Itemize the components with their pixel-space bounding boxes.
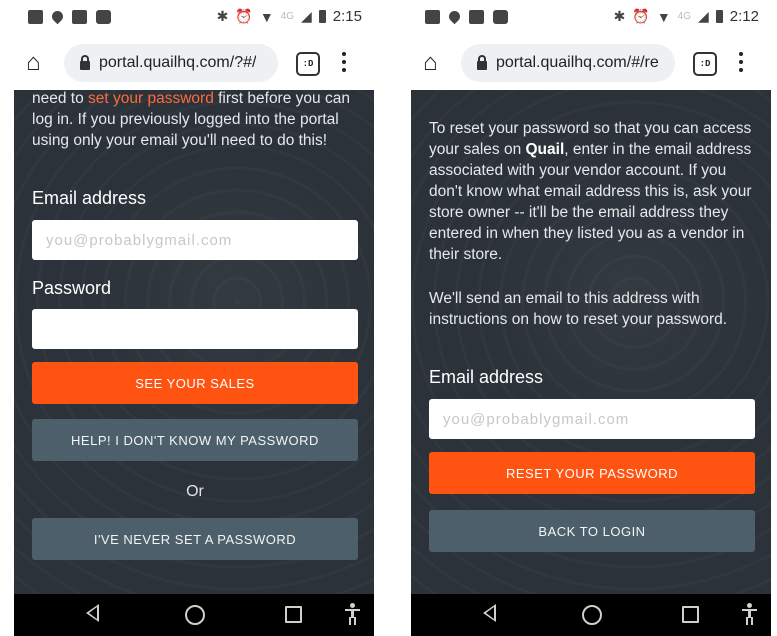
back-icon[interactable] [86,604,99,622]
recents-icon[interactable] [285,606,302,623]
lock-icon [80,54,90,70]
home-icon[interactable]: ⌂ [423,48,438,78]
email-input[interactable] [32,220,358,260]
forgot-password-button[interactable]: HELP! I DON'T KNOW MY PASSWORD [32,419,358,461]
address-bar[interactable]: portal.quailhq.com/#/re [461,44,675,82]
recents-icon[interactable] [682,606,699,623]
accessibility-icon[interactable] [742,603,757,625]
battery-icon [715,10,723,23]
reset-password-button[interactable]: RESET YOUR PASSWORD [429,452,755,494]
bluetooth-icon: ✱ [613,8,626,24]
home-circle-icon[interactable] [582,605,602,625]
accessibility-icon[interactable] [345,603,360,625]
page-content: To reset your password so that you can a… [411,90,771,594]
wifi-icon: ▼ [259,8,274,25]
image-icon [469,10,484,24]
youtube-icon [493,10,508,24]
brand-name: Quail [525,141,565,158]
page-content: need to set your password first before y… [14,90,374,594]
status-time: 2:12 [729,8,759,25]
phone-left: ✱ ⏰ ▼ 4G ◢ 2:15 ⌂ portal.quailhq.com/?#/… [14,0,374,636]
tab-switcher-icon[interactable]: :D [296,52,320,76]
alarm-icon: ⏰ [632,8,650,24]
home-circle-icon[interactable] [185,605,205,625]
youtube-icon [96,10,111,24]
reset-note-text: We'll send an email to this address with… [429,290,728,328]
home-icon[interactable]: ⌂ [26,48,41,78]
see-your-sales-button[interactable]: SEE YOUR SALES [32,362,358,404]
email-input[interactable] [429,399,755,439]
url-text: portal.quailhq.com/?#/ [99,54,257,71]
status-bar: ✱ ⏰ ▼ 4G ◢ 2:12 [411,0,771,36]
infinity-icon [28,10,43,24]
phone-right: ✱ ⏰ ▼ 4G ◢ 2:12 ⌂ portal.quailhq.com/#/r… [411,0,771,636]
image-icon [72,10,87,24]
more-options-icon[interactable] [342,49,346,75]
browser-toolbar: ⌂ portal.quailhq.com/#/re :D [411,36,771,90]
battery-icon [318,10,326,23]
system-nav-bar [411,594,771,636]
address-bar[interactable]: portal.quailhq.com/?#/ [64,44,278,82]
back-icon[interactable] [483,604,496,622]
browser-toolbar: ⌂ portal.quailhq.com/?#/ :D [14,36,374,90]
signal-icon: ◢ [698,8,709,24]
back-to-login-button[interactable]: BACK TO LOGIN [429,510,755,552]
location-pin-icon [446,8,463,24]
intro-text: need to set your password first before y… [32,90,350,149]
or-separator: Or [186,483,204,500]
network-type: 4G [677,11,692,22]
status-time: 2:15 [332,8,362,25]
tab-switcher-icon[interactable]: :D [693,52,717,76]
system-nav-bar [14,594,374,636]
password-input[interactable] [32,309,358,349]
location-pin-icon [49,8,66,24]
wifi-icon: ▼ [656,8,671,25]
email-label: Email address [429,367,544,387]
reset-instructions-text: To reset your password so that you can a… [429,120,752,263]
password-label: Password [32,278,112,298]
never-set-password-button[interactable]: I'VE NEVER SET A PASSWORD [32,518,358,560]
bluetooth-icon: ✱ [216,8,229,24]
signal-icon: ◢ [301,8,312,24]
email-label: Email address [32,188,147,208]
url-text: portal.quailhq.com/#/re [496,54,659,71]
network-type: 4G [280,11,295,22]
more-options-icon[interactable] [739,49,743,75]
infinity-icon [425,10,440,24]
status-bar: ✱ ⏰ ▼ 4G ◢ 2:15 [14,0,374,36]
set-password-link[interactable]: set your password [88,90,214,107]
alarm-icon: ⏰ [235,8,253,24]
lock-icon [477,54,487,70]
